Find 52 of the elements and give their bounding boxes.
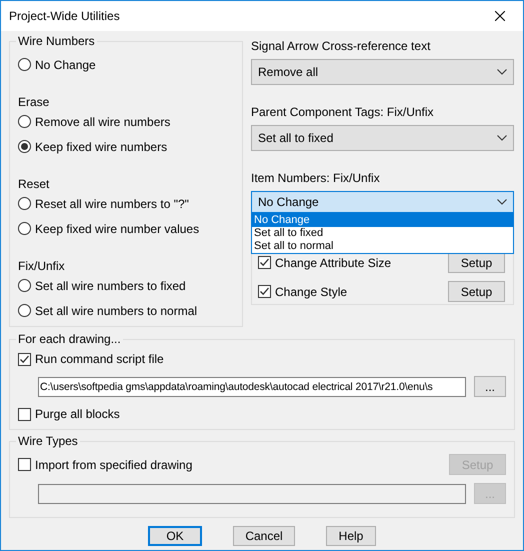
dropdown-option[interactable]: Set all to fixed [252, 227, 513, 240]
window-title: Project-Wide Utilities [9, 9, 120, 23]
radio-label[interactable]: Keep fixed wire number values [35, 222, 200, 236]
section-heading: Erase [18, 95, 50, 109]
radio-label[interactable]: No Change [35, 58, 96, 72]
checkbox[interactable] [258, 285, 271, 298]
radio-button[interactable] [18, 115, 31, 128]
radio-button[interactable] [18, 279, 31, 292]
radio-button[interactable] [18, 222, 31, 235]
radio-button[interactable] [18, 304, 31, 317]
close-icon [495, 11, 505, 21]
checkbox[interactable] [258, 256, 271, 269]
radio-button[interactable] [18, 58, 31, 71]
checkbox-label[interactable]: Change Style [275, 284, 348, 298]
setup-button[interactable]: Setup [448, 252, 505, 273]
checkbox-label[interactable]: Purge all blocks [35, 407, 120, 421]
dropdown-option[interactable]: Set all to normal [252, 240, 513, 253]
checkbox[interactable] [18, 458, 31, 471]
section-heading: Reset [18, 177, 50, 191]
section-heading: Fix/Unfix [18, 259, 65, 273]
dropdown-label: Signal Arrow Cross-reference text [251, 39, 432, 55]
group-title: Wire Types [16, 434, 80, 448]
radio-label[interactable]: Reset all wire numbers to "?" [35, 196, 189, 210]
dialog-button[interactable]: Cancel [233, 526, 295, 546]
dropdown-option[interactable]: No Change [252, 214, 513, 227]
chevron-down-icon [497, 135, 507, 141]
script-path-field[interactable]: C:\users\softpedia gms\appdata\roaming\autodesk\autocad electrical 2017\r21.0\enu\s [38, 376, 466, 396]
dialog-button[interactable]: OK [148, 526, 202, 546]
radio-label[interactable]: Set all wire numbers to fixed [35, 278, 186, 292]
group-title: Wire Numbers [16, 34, 97, 48]
drawing-path-field[interactable] [38, 484, 466, 504]
group-title: For each drawing... [16, 332, 123, 346]
dropdown[interactable]: No Change [251, 191, 514, 213]
checkbox-label[interactable]: Change Attribute Size [275, 256, 392, 270]
chevron-down-icon [497, 199, 507, 205]
checkbox[interactable] [18, 352, 31, 366]
browse-button[interactable]: ... [474, 376, 506, 397]
radio-button[interactable] [18, 197, 31, 210]
radio-label[interactable]: Keep fixed wire numbers [35, 140, 168, 154]
checkbox-label[interactable]: Import from specified drawing [35, 458, 192, 472]
dropdown[interactable]: Set all to fixed [251, 125, 514, 151]
dialog-button[interactable]: Help [326, 526, 376, 546]
dropdown[interactable]: Remove all [251, 59, 514, 85]
radio-label[interactable]: Set all wire numbers to normal [35, 304, 198, 318]
checkbox-label[interactable]: Run command script file [35, 352, 164, 366]
radio-button[interactable] [18, 140, 31, 153]
chevron-down-icon [497, 69, 507, 75]
dropdown-label: Item Numbers: Fix/Unfix [251, 171, 381, 187]
checkbox[interactable] [18, 408, 31, 420]
radio-label[interactable]: Remove all wire numbers [35, 114, 170, 128]
setup-button[interactable]: Setup [448, 281, 505, 302]
dropdown-label: Parent Component Tags: Fix/Unfix [251, 105, 435, 121]
